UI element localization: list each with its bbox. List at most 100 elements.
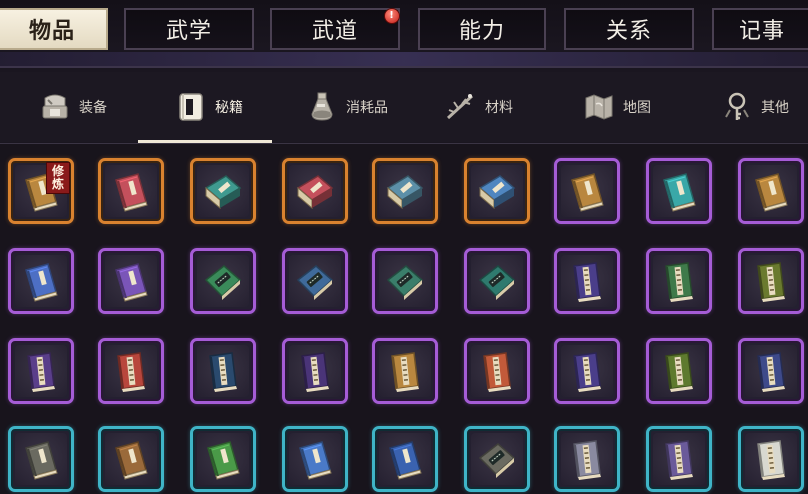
item-slot[interactable] bbox=[464, 248, 530, 314]
item-slot[interactable] bbox=[282, 158, 348, 224]
map-icon bbox=[581, 89, 617, 125]
tab-wudao[interactable]: 武道 ! bbox=[270, 8, 400, 50]
item-slot[interactable] bbox=[372, 158, 438, 224]
item-slot[interactable] bbox=[8, 426, 74, 492]
potion-icon bbox=[304, 89, 340, 125]
tab-abilities[interactable]: 能力 bbox=[418, 8, 546, 50]
book-icon bbox=[656, 168, 702, 214]
item-slot-frame bbox=[15, 345, 67, 397]
book-icon bbox=[656, 348, 702, 394]
category-secret-books[interactable]: 秘籍 bbox=[158, 72, 258, 142]
book-icon bbox=[108, 258, 154, 304]
book-icon bbox=[18, 348, 64, 394]
item-slot[interactable] bbox=[646, 338, 712, 404]
item-slot[interactable] bbox=[646, 426, 712, 492]
item-slot[interactable] bbox=[464, 338, 530, 404]
item-slot-frame bbox=[653, 255, 705, 307]
book-icon bbox=[18, 258, 64, 304]
book-icon bbox=[656, 258, 702, 304]
item-slot-frame bbox=[15, 433, 67, 485]
item-slot[interactable] bbox=[190, 158, 256, 224]
item-slot[interactable] bbox=[464, 426, 530, 492]
tab-martial-arts-label: 武学 bbox=[165, 19, 212, 44]
tab-journal[interactable]: 记事 bbox=[712, 8, 808, 50]
item-slot-frame bbox=[289, 255, 341, 307]
book-icon bbox=[748, 258, 794, 304]
book-icon bbox=[474, 258, 520, 304]
item-slot-frame bbox=[197, 433, 249, 485]
tab-items[interactable]: 物品 bbox=[0, 8, 108, 50]
item-slot-frame bbox=[745, 165, 797, 217]
equipment-icon bbox=[37, 89, 73, 125]
item-slot[interactable] bbox=[738, 426, 804, 492]
scroll-book-icon bbox=[173, 89, 209, 125]
item-slot[interactable] bbox=[372, 338, 438, 404]
item-slot[interactable] bbox=[738, 338, 804, 404]
category-maps-label: 地图 bbox=[623, 100, 651, 116]
item-slot[interactable] bbox=[98, 248, 164, 314]
item-slot-frame bbox=[653, 433, 705, 485]
book-icon bbox=[292, 258, 338, 304]
cultivating-tag: 修炼 bbox=[46, 162, 70, 194]
book-icon bbox=[382, 168, 428, 214]
item-slot[interactable] bbox=[464, 158, 530, 224]
book-icon bbox=[108, 436, 154, 482]
item-slot[interactable] bbox=[554, 338, 620, 404]
tab-martial-arts[interactable]: 武学 bbox=[124, 8, 254, 50]
item-slot[interactable] bbox=[554, 248, 620, 314]
book-icon bbox=[656, 436, 702, 482]
item-slot-frame bbox=[561, 255, 613, 307]
item-slot[interactable] bbox=[282, 426, 348, 492]
item-slot[interactable] bbox=[190, 426, 256, 492]
item-slot-frame bbox=[379, 433, 431, 485]
category-maps[interactable]: 地图 bbox=[566, 72, 666, 142]
book-icon bbox=[108, 168, 154, 214]
item-slot[interactable] bbox=[190, 338, 256, 404]
item-slot-frame bbox=[197, 255, 249, 307]
item-slot-frame bbox=[653, 345, 705, 397]
item-slot[interactable] bbox=[646, 158, 712, 224]
item-slot-frame bbox=[471, 165, 523, 217]
book-icon bbox=[564, 348, 610, 394]
item-slot[interactable] bbox=[738, 248, 804, 314]
item-slot[interactable] bbox=[8, 338, 74, 404]
item-slot-frame bbox=[197, 165, 249, 217]
item-slot[interactable] bbox=[738, 158, 804, 224]
item-slot[interactable] bbox=[282, 338, 348, 404]
item-slot[interactable] bbox=[646, 248, 712, 314]
book-icon bbox=[200, 168, 246, 214]
item-slot[interactable] bbox=[554, 426, 620, 492]
item-slot[interactable] bbox=[190, 248, 256, 314]
book-icon bbox=[382, 348, 428, 394]
item-slot[interactable] bbox=[8, 248, 74, 314]
book-icon bbox=[200, 436, 246, 482]
item-slot-frame bbox=[471, 255, 523, 307]
category-bar: 装备 秘籍 消耗品 材料 地图 其他 bbox=[0, 72, 808, 142]
book-icon bbox=[292, 436, 338, 482]
book-icon bbox=[200, 348, 246, 394]
item-slot[interactable] bbox=[372, 248, 438, 314]
item-slot[interactable] bbox=[282, 248, 348, 314]
category-materials[interactable]: 材料 bbox=[428, 72, 528, 142]
category-others[interactable]: 其他 bbox=[704, 72, 804, 142]
category-consumables[interactable]: 消耗品 bbox=[296, 72, 396, 142]
category-equipment[interactable]: 装备 bbox=[22, 72, 122, 142]
item-slot[interactable] bbox=[98, 338, 164, 404]
item-slot-frame bbox=[471, 433, 523, 485]
item-slot[interactable] bbox=[98, 158, 164, 224]
tab-abilities-label: 能力 bbox=[458, 19, 505, 44]
item-slot-frame bbox=[561, 165, 613, 217]
item-slot[interactable]: 修炼 bbox=[8, 158, 74, 224]
item-slot-frame bbox=[745, 345, 797, 397]
herb-icon bbox=[443, 89, 479, 125]
item-slot-frame bbox=[289, 165, 341, 217]
tab-relations[interactable]: 关系 bbox=[564, 8, 694, 50]
item-slot-frame bbox=[105, 433, 157, 485]
item-slot[interactable] bbox=[98, 426, 164, 492]
book-icon bbox=[474, 348, 520, 394]
book-icon bbox=[200, 258, 246, 304]
item-slot[interactable] bbox=[554, 158, 620, 224]
item-slot[interactable] bbox=[372, 426, 438, 492]
item-slot-frame bbox=[561, 433, 613, 485]
book-icon bbox=[748, 168, 794, 214]
